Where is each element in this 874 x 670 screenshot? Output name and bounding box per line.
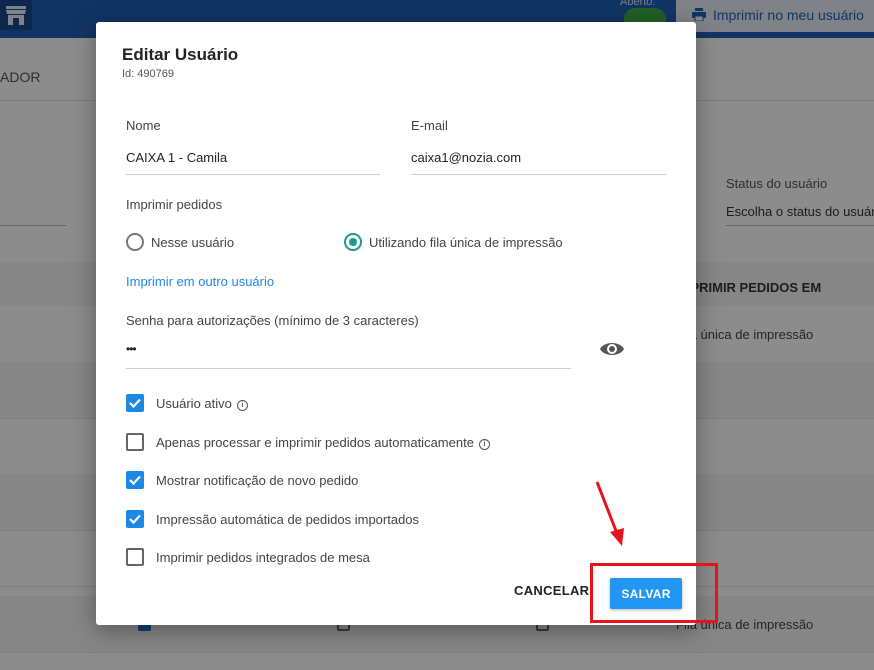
radio-this-user[interactable]: [126, 233, 144, 251]
checkbox-new-order-notification[interactable]: [126, 471, 144, 489]
eye-icon[interactable]: [599, 338, 625, 360]
checkbox-auto-process-label: Apenas processar e imprimir pedidos auto…: [156, 435, 490, 450]
email-label: E-mail: [411, 118, 448, 133]
email-underline: [411, 174, 666, 175]
print-other-user-link[interactable]: Imprimir em outro usuário: [126, 274, 274, 289]
password-field[interactable]: •••: [126, 342, 137, 356]
radio-single-queue-label[interactable]: Utilizando fila única de impressão: [369, 235, 563, 250]
cancel-button[interactable]: CANCELAR: [514, 583, 589, 598]
password-label: Senha para autorizações (mínimo de 3 car…: [126, 313, 419, 328]
email-field[interactable]: caixa1@nozia.com: [411, 150, 521, 165]
name-underline: [126, 174, 380, 175]
info-icon[interactable]: i: [478, 439, 490, 450]
annotation-arrow-icon: [595, 481, 624, 546]
password-underline: [126, 368, 571, 369]
checkbox-print-table-orders[interactable]: [126, 548, 144, 566]
checkbox-print-table-orders-label: Imprimir pedidos integrados de mesa: [156, 550, 370, 565]
checkbox-new-order-notification-label: Mostrar notificação de novo pedido: [156, 473, 359, 488]
checkbox-active-user-label: Usuário ativo i: [156, 396, 248, 411]
active-user-text: Usuário ativo: [156, 396, 232, 411]
checkbox-auto-print-imported[interactable]: [126, 510, 144, 528]
auto-process-text: Apenas processar e imprimir pedidos auto…: [156, 435, 474, 450]
dialog-title: Editar Usuário: [122, 45, 239, 64]
annotation-highlight-box: [590, 563, 718, 623]
checkbox-auto-process[interactable]: [126, 433, 144, 451]
radio-single-queue[interactable]: [344, 233, 362, 251]
info-icon[interactable]: i: [236, 400, 248, 411]
checkbox-auto-print-imported-label: Impressão automática de pedidos importad…: [156, 512, 420, 527]
print-orders-label: Imprimir pedidos: [126, 197, 223, 212]
name-field[interactable]: CAIXA 1 - Camila: [126, 150, 227, 165]
name-label: Nome: [126, 118, 161, 133]
user-id: Id: 490769: [122, 68, 174, 80]
checkbox-active-user[interactable]: [126, 394, 144, 412]
radio-this-user-label[interactable]: Nesse usuário: [151, 235, 234, 250]
